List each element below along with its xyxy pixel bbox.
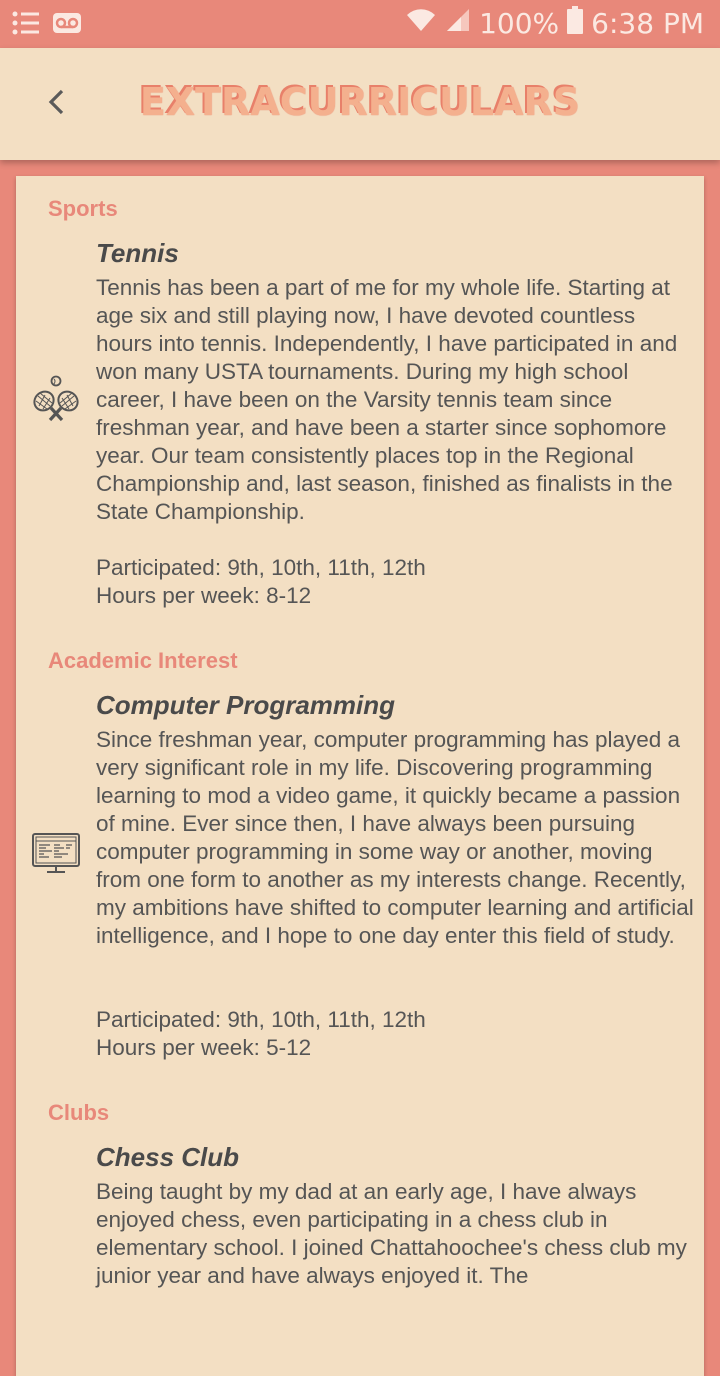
item-meta-computer-programming: Participated: 9th, 10th, 11th, 12th Hour… [96, 1006, 696, 1062]
list-icon [12, 10, 40, 40]
item-title-tennis: Tennis [96, 238, 179, 268]
section-title-clubs: Clubs [48, 1100, 110, 1125]
item-description-chess-club: Being taught by my dad at an early age, … [96, 1179, 687, 1288]
app-bar: EXTRACURRICULARS [0, 48, 720, 160]
item-title-computer-programming: Computer Programming [96, 690, 396, 720]
signal-icon [445, 7, 471, 40]
item-description-tennis: Tennis has been a part of me for my whol… [96, 275, 678, 524]
page-title: EXTRACURRICULARS [139, 80, 581, 124]
content-card: Sports Tennis Tennis has been a part of … [16, 176, 704, 1376]
item-title-chess-club: Chess Club [96, 1142, 240, 1172]
battery-percent: 100% [479, 7, 560, 40]
section-title-sports: Sports [48, 196, 118, 221]
hours-text: Hours per week: 8-12 [96, 583, 312, 608]
status-bar: 100% 6:38 PM [0, 0, 720, 48]
hours-text: Hours per week: 5-12 [96, 1035, 312, 1060]
wifi-icon [405, 7, 437, 40]
clock: 6:38 PM [591, 7, 704, 40]
battery-icon [567, 6, 584, 41]
item-description-computer-programming: Since freshman year, computer programmin… [96, 727, 694, 948]
participated-text: Participated: 9th, 10th, 11th, 12th [96, 555, 426, 580]
voicemail-icon [52, 12, 82, 38]
computer-screen-icon [30, 826, 82, 878]
participated-text: Participated: 9th, 10th, 11th, 12th [96, 1007, 426, 1032]
tennis-rackets-icon [30, 374, 82, 426]
section-title-academic-interest: Academic Interest [48, 648, 238, 673]
item-meta-tennis: Participated: 9th, 10th, 11th, 12th Hour… [96, 554, 696, 610]
